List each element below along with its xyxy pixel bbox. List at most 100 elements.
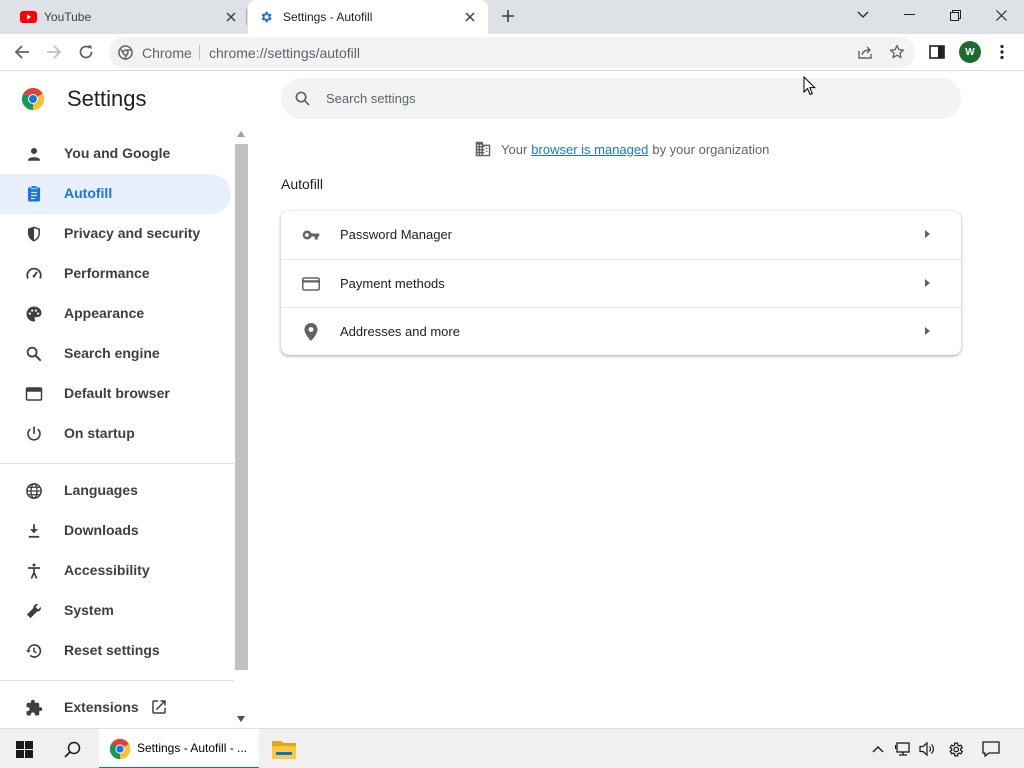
browser-managed-link[interactable]: browser is managed <box>531 142 648 157</box>
notification-icon[interactable] <box>981 739 1001 759</box>
sidebar-item-on-startup[interactable]: On startup <box>0 414 231 454</box>
youtube-icon <box>20 11 37 26</box>
building-icon <box>474 141 492 157</box>
bookmark-star-icon[interactable] <box>889 44 905 65</box>
taskbar-search-button[interactable] <box>48 729 96 768</box>
tab-youtube[interactable]: YouTube <box>0 0 246 34</box>
globe-icon <box>24 481 44 501</box>
close-window-button[interactable] <box>978 0 1024 30</box>
sidebar-item-default-browser[interactable]: Default browser <box>0 374 231 414</box>
speedometer-icon <box>24 264 44 284</box>
sidebar-item-label: System <box>64 602 114 618</box>
row-label: Addresses and more <box>340 324 460 339</box>
settings-search[interactable] <box>281 78 961 119</box>
site-label: Chrome <box>142 45 192 61</box>
forward-button[interactable] <box>42 40 66 64</box>
sidebar-item-accessibility[interactable]: Accessibility <box>0 551 231 591</box>
menu-kebab-icon[interactable] <box>990 40 1014 64</box>
volume-icon[interactable] <box>917 739 937 759</box>
sidebar-item-label: Extensions <box>64 699 139 715</box>
sidebar-item-performance[interactable]: Performance <box>0 254 231 294</box>
profile-avatar[interactable]: W <box>959 41 981 63</box>
url-text[interactable]: chrome://settings/autofill <box>209 45 360 61</box>
wrench-icon <box>24 601 44 621</box>
close-icon[interactable] <box>223 9 239 25</box>
settings-gear-icon[interactable] <box>945 739 965 759</box>
sidebar-item-label: You and Google <box>64 145 171 161</box>
side-panel-icon[interactable] <box>925 40 949 64</box>
history-icon <box>24 641 44 661</box>
credit-card-icon <box>301 274 321 294</box>
sidebar-item-system[interactable]: System <box>0 591 231 631</box>
sidebar-item-label: Downloads <box>64 522 139 538</box>
key-icon <box>301 225 321 245</box>
sidebar-item-label: On startup <box>64 425 135 441</box>
sidebar-item-you-and-google[interactable]: You and Google <box>0 134 231 174</box>
restore-button[interactable] <box>932 0 978 30</box>
scroll-thumb[interactable] <box>235 144 248 670</box>
arrow-right-icon <box>925 327 930 335</box>
sidebar-item-privacy[interactable]: Privacy and security <box>0 214 231 254</box>
sidebar-item-label: Privacy and security <box>64 225 201 241</box>
chrome-logo-icon <box>21 87 45 116</box>
sidebar-scrollbar[interactable] <box>234 128 249 728</box>
tab-title: Settings - Autofill <box>283 10 373 24</box>
reload-button[interactable] <box>74 40 98 64</box>
minimize-button[interactable] <box>886 0 932 30</box>
clipboard-icon <box>24 184 44 204</box>
password-manager-row[interactable]: Password Manager <box>281 211 961 259</box>
taskbar-chrome-window[interactable]: Settings - Autofill - ... <box>99 729 259 768</box>
sidebar-item-label: Autofill <box>64 185 113 201</box>
address-bar[interactable]: Chrome chrome://settings/autofill <box>109 37 915 68</box>
network-icon[interactable] <box>893 739 913 759</box>
sidebar-item-search-engine[interactable]: Search engine <box>0 334 231 374</box>
arrow-right-icon <box>925 279 930 287</box>
taskbar-window-title: Settings - Autofill - ... <box>137 741 248 755</box>
palette-icon <box>24 304 44 324</box>
search-icon <box>24 344 44 364</box>
arrow-right-icon <box>925 230 930 238</box>
sidebar-item-appearance[interactable]: Appearance <box>0 294 231 334</box>
row-label: Password Manager <box>340 227 452 242</box>
scroll-up-arrow[interactable] <box>237 131 245 137</box>
sidebar-item-label: Languages <box>64 482 138 498</box>
sidebar-item-autofill[interactable]: Autofill <box>0 174 231 214</box>
tab-separator <box>246 9 247 25</box>
tab-title: YouTube <box>44 10 92 24</box>
shield-icon <box>24 224 44 244</box>
file-explorer-icon[interactable] <box>262 729 306 768</box>
start-button[interactable] <box>0 729 48 768</box>
row-label: Payment methods <box>340 276 445 291</box>
sidebar-item-label: Search engine <box>64 345 160 361</box>
addresses-row[interactable]: Addresses and more <box>281 307 961 355</box>
share-icon[interactable] <box>857 44 873 65</box>
omnibox-divider <box>199 45 200 60</box>
search-input[interactable] <box>326 88 926 108</box>
sidebar-item-extensions[interactable]: Extensions <box>0 688 231 728</box>
new-tab-button[interactable] <box>498 7 518 27</box>
sidebar-item-languages[interactable]: Languages <box>0 471 231 511</box>
payment-methods-row[interactable]: Payment methods <box>281 259 961 307</box>
tab-settings[interactable]: Settings - Autofill <box>248 0 488 34</box>
location-pin-icon <box>301 322 321 342</box>
managed-notice: Your browser is managed by your organiza… <box>474 140 769 158</box>
chevron-up-icon[interactable] <box>868 739 888 759</box>
sidebar-item-downloads[interactable]: Downloads <box>0 511 231 551</box>
managed-suffix: by your organization <box>652 141 770 157</box>
settings-sidebar: You and Google Autofill Privacy and secu… <box>0 134 234 728</box>
sidebar-item-label: Default browser <box>64 385 170 401</box>
close-icon[interactable] <box>462 9 478 25</box>
page-title: Settings <box>67 86 147 111</box>
chrome-logo-icon <box>109 738 131 765</box>
sidebar-item-label: Accessibility <box>64 562 150 578</box>
search-icon <box>295 91 310 111</box>
accessibility-icon <box>24 561 44 581</box>
scroll-down-arrow[interactable] <box>237 716 245 722</box>
sidebar-item-reset-settings[interactable]: Reset settings <box>0 631 231 671</box>
back-button[interactable] <box>10 40 34 64</box>
sidebar-divider <box>0 463 234 464</box>
windows-taskbar: Settings - Autofill - ... <box>0 728 1024 768</box>
chrome-site-icon <box>118 45 133 65</box>
browser-toolbar: Chrome chrome://settings/autofill W <box>0 34 1024 71</box>
tab-search-button[interactable] <box>840 0 886 30</box>
